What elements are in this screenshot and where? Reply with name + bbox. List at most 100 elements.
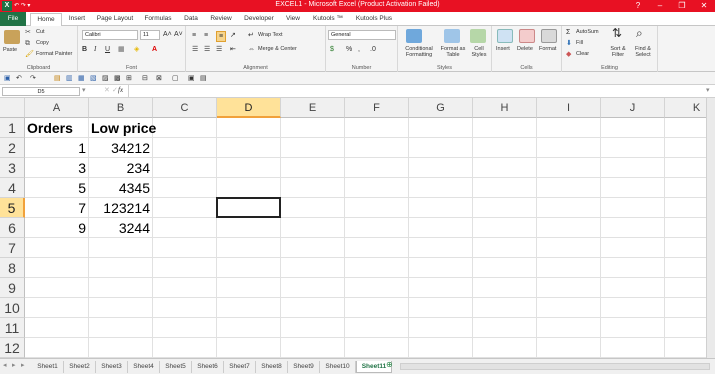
sheet-tab-sheet9[interactable]: Sheet9	[288, 361, 320, 373]
sheet-tab-sheet5[interactable]: Sheet5	[160, 361, 192, 373]
cell-d9[interactable]	[217, 278, 281, 298]
cell-g6[interactable]	[409, 218, 473, 238]
worksheet-grid[interactable]: A B C D E F G H I J K 1 Orders Low price 2 1 34212 3 3 234 4…	[0, 98, 715, 358]
cell-i3[interactable]	[537, 158, 601, 178]
cell-e7[interactable]	[281, 238, 345, 258]
tab-kutools[interactable]: Kutools ™	[308, 13, 348, 26]
italic-button[interactable]: I	[94, 45, 96, 54]
cell-e4[interactable]	[281, 178, 345, 198]
redo-icon[interactable]: ↷	[30, 74, 36, 83]
format-cells-icon[interactable]	[541, 29, 557, 43]
cell-a3[interactable]: 3	[25, 158, 89, 178]
cell-d4[interactable]	[217, 178, 281, 198]
sheet-tab-sheet3[interactable]: Sheet3	[96, 361, 128, 373]
grow-font-icon[interactable]: A˄	[163, 30, 172, 39]
cell-g1[interactable]	[409, 118, 473, 138]
cell-g3[interactable]	[409, 158, 473, 178]
first-sheet-icon[interactable]: ◂	[3, 361, 7, 370]
cell-g4[interactable]	[409, 178, 473, 198]
cell-b2[interactable]: 34212	[89, 138, 153, 158]
row-header-7[interactable]: 7	[0, 238, 25, 258]
name-box[interactable]: D5	[2, 87, 80, 96]
cell-f11[interactable]	[345, 318, 409, 338]
column-header-f[interactable]: F	[345, 98, 409, 118]
cell-h12[interactable]	[473, 338, 537, 358]
cell-j4[interactable]	[601, 178, 665, 198]
cell-h6[interactable]	[473, 218, 537, 238]
cell-e10[interactable]	[281, 298, 345, 318]
cell-b1[interactable]: Low price	[89, 118, 156, 138]
cell-g12[interactable]	[409, 338, 473, 358]
save-icon[interactable]: ▣	[4, 74, 11, 83]
row-header-9[interactable]: 9	[0, 278, 25, 298]
enter-icon[interactable]: ✓	[112, 86, 118, 95]
toolbar-icon-1[interactable]: ▤	[54, 74, 61, 83]
column-header-h[interactable]: H	[473, 98, 537, 118]
cell-c7[interactable]	[153, 238, 217, 258]
cell-b9[interactable]	[89, 278, 153, 298]
toolbar-icon-2[interactable]: ▥	[66, 74, 73, 83]
cell-i12[interactable]	[537, 338, 601, 358]
cell-h9[interactable]	[473, 278, 537, 298]
cell-j5[interactable]	[601, 198, 665, 218]
cell-b7[interactable]	[89, 238, 153, 258]
minimize-button[interactable]: –	[649, 0, 671, 12]
align-top-icon[interactable]: ≡	[192, 31, 196, 40]
prev-sheet-icon[interactable]: ▸	[12, 361, 16, 370]
name-box-dropdown-icon[interactable]: ▾	[82, 86, 86, 95]
close-button[interactable]: ✕	[693, 0, 715, 12]
help-button[interactable]: ?	[627, 0, 649, 12]
find-select-button[interactable]: Find & Select	[630, 46, 656, 58]
row-header-11[interactable]: 11	[0, 318, 25, 338]
cell-a11[interactable]	[25, 318, 89, 338]
cell-h5[interactable]	[473, 198, 537, 218]
cell-g2[interactable]	[409, 138, 473, 158]
format-table-button[interactable]: Format as Table	[438, 46, 468, 58]
cell-c12[interactable]	[153, 338, 217, 358]
cell-d7[interactable]	[217, 238, 281, 258]
sheet-tab-sheet10[interactable]: Sheet10	[320, 361, 356, 373]
cell-g8[interactable]	[409, 258, 473, 278]
tab-developer[interactable]: Developer	[240, 13, 278, 26]
copy-button[interactable]: Copy	[36, 40, 49, 46]
find-select-icon[interactable]: ⌕	[636, 27, 643, 39]
cell-c4[interactable]	[153, 178, 217, 198]
currency-icon[interactable]: $	[330, 45, 334, 54]
cell-h4[interactable]	[473, 178, 537, 198]
tab-view[interactable]: View	[282, 13, 304, 26]
cell-j2[interactable]	[601, 138, 665, 158]
new-sheet-icon[interactable]: ⊕	[386, 360, 393, 369]
merge-center-button[interactable]: Merge & Center	[258, 46, 297, 52]
insert-button[interactable]: Insert	[496, 46, 510, 52]
sheet-tab-sheet7[interactable]: Sheet7	[224, 361, 256, 373]
row-header-10[interactable]: 10	[0, 298, 25, 318]
cell-e12[interactable]	[281, 338, 345, 358]
column-header-g[interactable]: G	[409, 98, 473, 118]
paste-button[interactable]: Paste	[3, 47, 17, 53]
cell-f6[interactable]	[345, 218, 409, 238]
cell-h10[interactable]	[473, 298, 537, 318]
select-all-corner[interactable]	[0, 98, 25, 118]
cell-i2[interactable]	[537, 138, 601, 158]
cell-styles-icon[interactable]	[470, 29, 486, 43]
cell-c2[interactable]	[153, 138, 217, 158]
cell-d8[interactable]	[217, 258, 281, 278]
next-sheet-icon[interactable]: ▸	[21, 361, 25, 370]
paste-icon[interactable]	[4, 30, 20, 44]
cell-a10[interactable]	[25, 298, 89, 318]
cell-f2[interactable]	[345, 138, 409, 158]
cut-button[interactable]: Cut	[36, 29, 45, 35]
cell-c9[interactable]	[153, 278, 217, 298]
indent-icon[interactable]: ⇤	[230, 45, 236, 54]
cell-styles-button[interactable]: Cell Styles	[468, 46, 490, 58]
cell-g5[interactable]	[409, 198, 473, 218]
cell-c11[interactable]	[153, 318, 217, 338]
cell-c10[interactable]	[153, 298, 217, 318]
cell-e3[interactable]	[281, 158, 345, 178]
cancel-icon[interactable]: ✕	[104, 86, 110, 95]
cell-j1[interactable]	[601, 118, 665, 138]
conditional-formatting-button[interactable]: Conditional Formatting	[400, 46, 438, 58]
underline-button[interactable]: U	[105, 45, 110, 54]
cell-e2[interactable]	[281, 138, 345, 158]
cell-j8[interactable]	[601, 258, 665, 278]
